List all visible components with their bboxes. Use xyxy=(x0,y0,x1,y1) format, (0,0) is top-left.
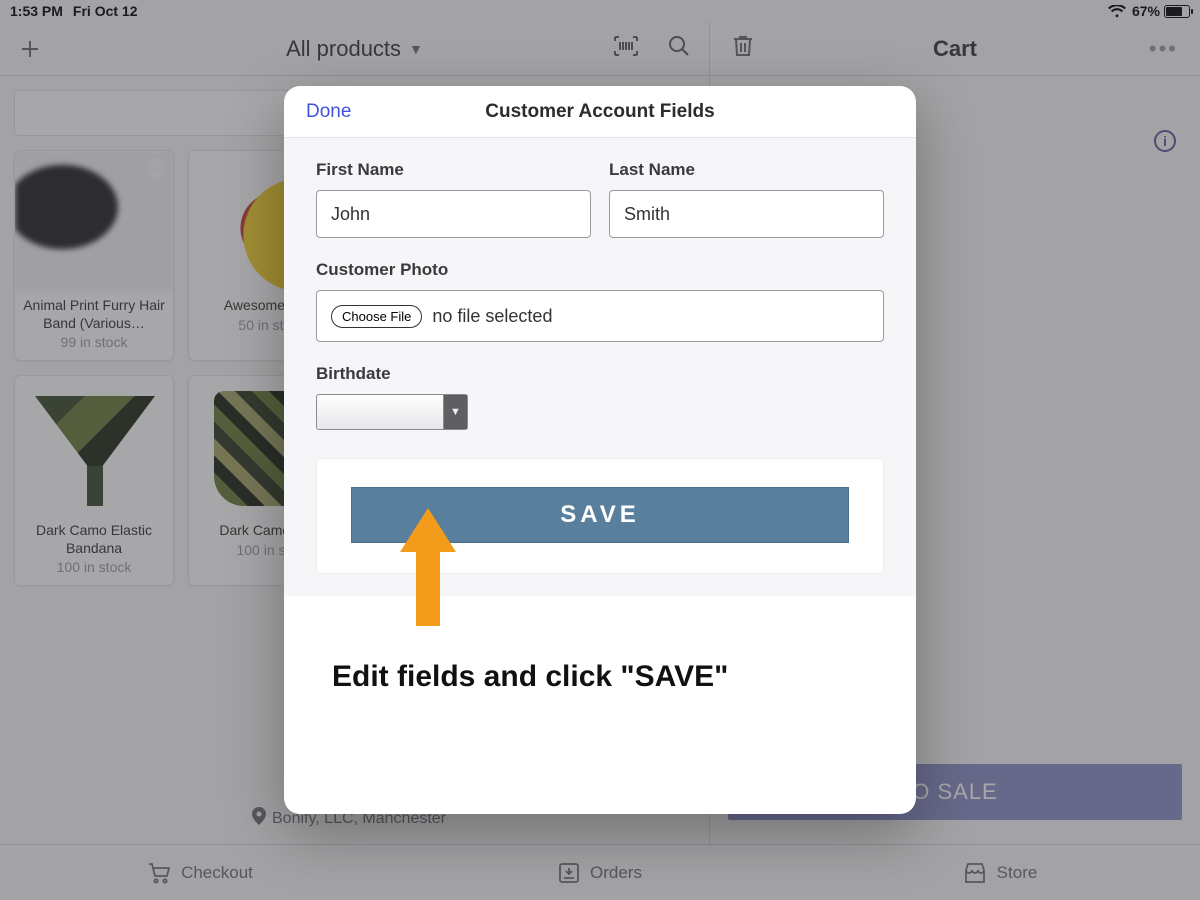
annotation-caption: Edit fields and click "SAVE" xyxy=(332,660,728,694)
done-button[interactable]: Done xyxy=(306,101,351,123)
customer-photo-label: Customer Photo xyxy=(316,260,884,280)
customer-fields-modal: Done Customer Account Fields First Name … xyxy=(284,86,916,814)
last-name-label: Last Name xyxy=(609,160,884,180)
file-status-text: no file selected xyxy=(432,306,552,327)
customer-photo-input[interactable]: Choose File no file selected xyxy=(316,290,884,342)
birthdate-label: Birthdate xyxy=(316,364,884,384)
first-name-input[interactable] xyxy=(316,190,591,238)
birthdate-select[interactable]: ▼ xyxy=(316,394,468,430)
first-name-label: First Name xyxy=(316,160,591,180)
modal-title: Customer Account Fields xyxy=(485,101,714,123)
choose-file-button[interactable]: Choose File xyxy=(331,305,422,328)
annotation-arrow-icon xyxy=(400,508,456,624)
last-name-input[interactable] xyxy=(609,190,884,238)
chevron-down-icon: ▼ xyxy=(443,395,467,429)
